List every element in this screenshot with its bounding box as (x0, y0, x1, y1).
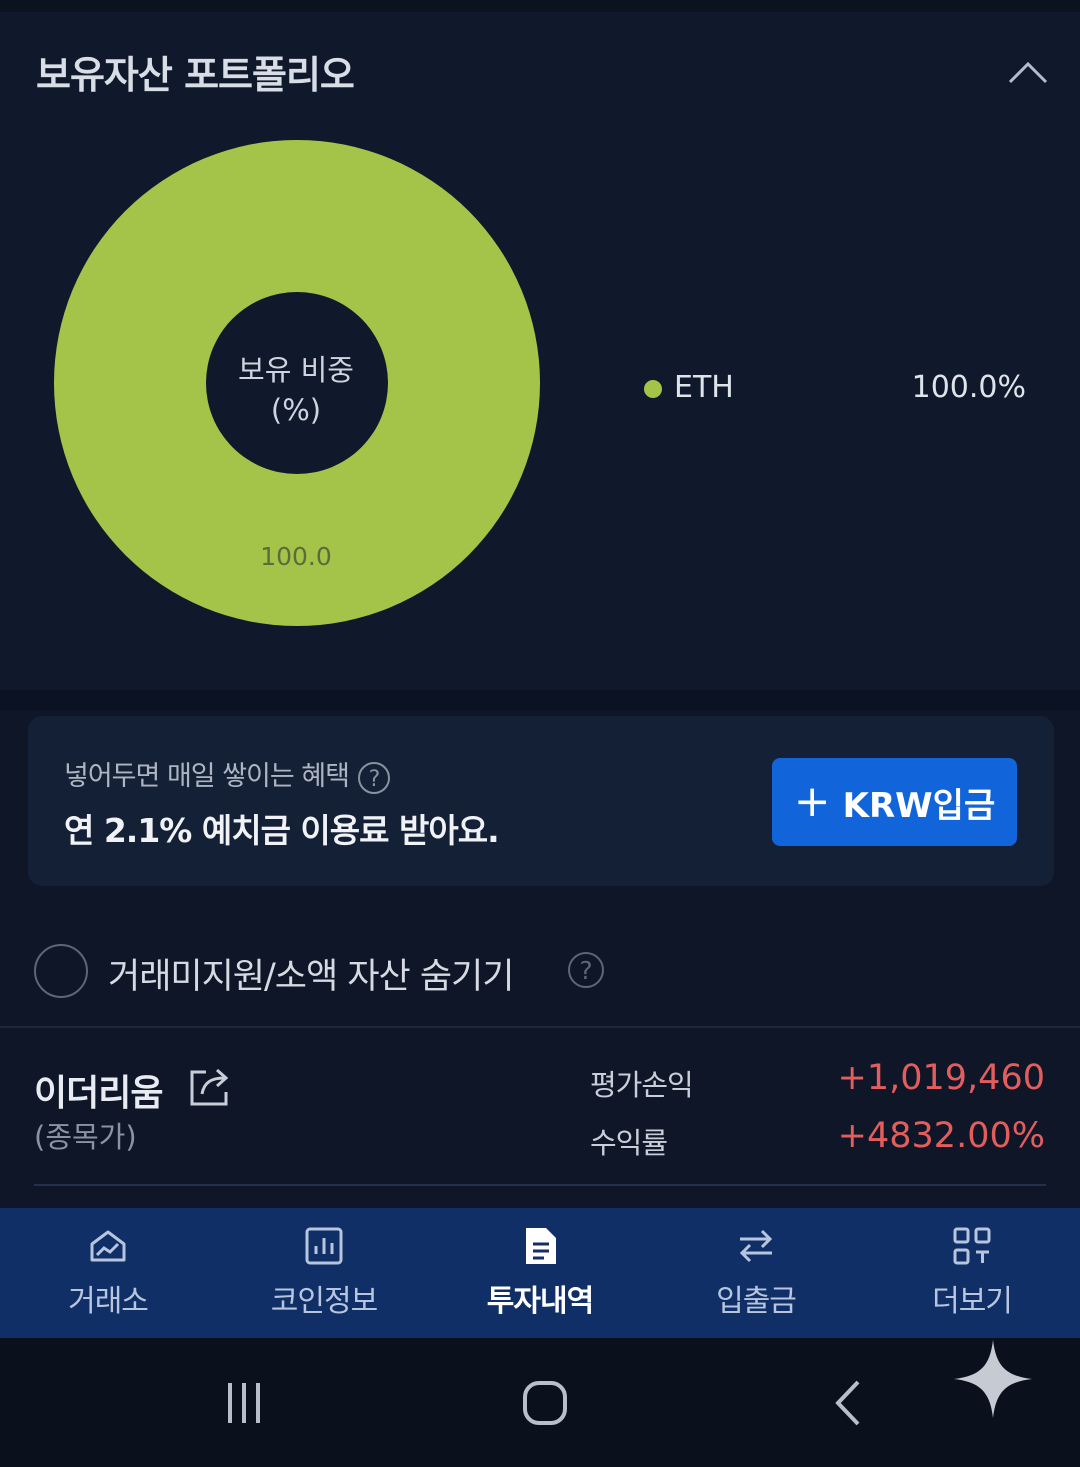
return-value: +4832.00% (837, 1116, 1045, 1156)
krw-deposit-label: KRW입금 (842, 785, 996, 826)
center-label-line2: (%) (270, 393, 322, 427)
share-icon[interactable] (186, 1064, 234, 1110)
nav-label-more: 더보기 (932, 1284, 1013, 1319)
coin-subtitle: (종목가) (34, 1120, 137, 1154)
nav-label-deposit-withdraw: 입출금 (716, 1284, 797, 1319)
legend-dot-eth (644, 380, 662, 398)
legend-name-eth: ETH (674, 370, 734, 405)
donut-center-label: 보유 비중 (%) (205, 350, 387, 430)
divider (34, 1184, 1046, 1186)
divider (0, 1026, 1080, 1028)
promo-subtitle-text: 넣어두면 매일 쌓이는 혜택 (64, 761, 350, 792)
svg-text:?: ? (579, 956, 592, 985)
status-strip (0, 0, 1080, 12)
hide-small-assets-label[interactable]: 거래미지원/소액 자산 숨기기 (108, 948, 514, 999)
nav-item-investments[interactable]: 투자내역 (432, 1208, 648, 1338)
home-icon[interactable] (505, 1368, 585, 1438)
hide-small-assets-checkbox[interactable] (34, 944, 88, 998)
nav-item-deposit-withdraw[interactable]: 입출금 (648, 1208, 864, 1338)
help-icon[interactable]: ? (357, 761, 391, 795)
nav-item-exchange[interactable]: 거래소 (0, 1208, 216, 1338)
page-title: 보유자산 포트폴리오 (36, 53, 355, 97)
chevron-up-icon[interactable] (1006, 50, 1050, 90)
nav-label-coin-info: 코인정보 (270, 1284, 378, 1319)
recent-apps-icon[interactable] (204, 1368, 284, 1438)
promo-headline: 연 2.1% 예치금 이용료 받아요. (64, 811, 500, 850)
coin-name[interactable]: 이더리움 (34, 1064, 163, 1116)
nav-label-exchange: 거래소 (68, 1284, 149, 1319)
pnl-value: +1,019,460 (837, 1058, 1045, 1098)
center-label-line1: 보유 비중 (238, 353, 354, 387)
promo-card: 넣어두면 매일 쌓이는 혜택 ? 연 2.1% 예치금 이용료 받아요. + K… (28, 716, 1054, 886)
section-separator (0, 690, 1080, 710)
nav-label-investments: 투자내역 (486, 1284, 594, 1319)
slice-data-label: 100.0 (260, 542, 332, 571)
nav-item-more[interactable]: 더보기 (864, 1208, 1080, 1338)
krw-deposit-button[interactable]: + KRW입금 (772, 758, 1017, 846)
transfer-arrows-icon (739, 1229, 773, 1263)
return-label: 수익률 (590, 1126, 668, 1160)
bar-chart-icon (305, 1227, 343, 1265)
legend-value-eth: 100.0% (911, 370, 1026, 405)
promo-subtitle: 넣어두면 매일 쌓이는 혜택 ? (64, 754, 391, 795)
help-icon[interactable]: ? (566, 950, 606, 990)
sparkle-icon[interactable] (950, 1336, 1036, 1422)
system-navigation-bar (0, 1338, 1080, 1467)
pnl-label: 평가손익 (590, 1068, 694, 1102)
document-icon (526, 1228, 556, 1264)
plus-icon: + (793, 776, 831, 827)
chart-house-icon (90, 1230, 126, 1262)
grid-more-icon (953, 1227, 991, 1265)
bottom-navigation: 거래소 코인정보 투자내역 입출금 더보기 (0, 1208, 1080, 1338)
svg-text:?: ? (368, 767, 379, 792)
nav-item-coin-info[interactable]: 코인정보 (216, 1208, 432, 1338)
back-icon[interactable] (808, 1368, 888, 1438)
